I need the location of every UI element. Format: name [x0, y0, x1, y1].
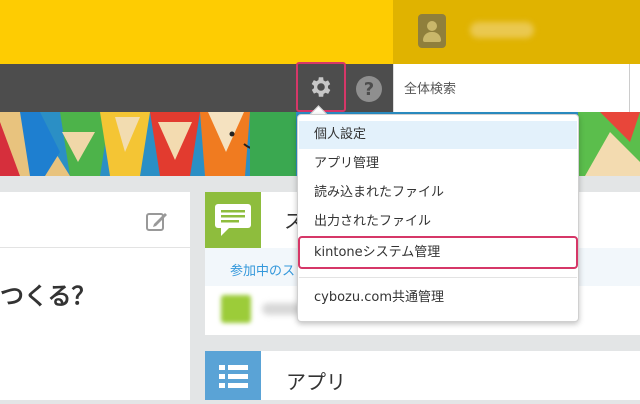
menu-item-exported-files[interactable]: 出力されたファイル	[299, 208, 577, 236]
pencil-edit-icon[interactable]	[144, 208, 170, 234]
menu-item-app-management[interactable]: アプリ管理	[299, 150, 577, 178]
avatar-body-icon	[423, 32, 441, 42]
list-icon	[219, 365, 248, 388]
left-panel-heading: つくる？	[0, 282, 96, 310]
avatar-head-icon	[427, 21, 437, 31]
space-tab-joined[interactable]: 参加中のス	[230, 260, 295, 279]
settings-button[interactable]	[296, 62, 346, 112]
speech-bubble-icon	[215, 204, 251, 236]
avatar[interactable]	[418, 14, 446, 48]
app-card	[205, 351, 640, 400]
menu-item-personal-settings[interactable]: 個人設定	[299, 121, 577, 149]
settings-dropdown-menu: 個人設定 アプリ管理 読み込まれたファイル 出力されたファイル kintoneシ…	[297, 114, 579, 322]
user-name-blurred	[470, 22, 534, 38]
menu-item-imported-files[interactable]: 読み込まれたファイル	[299, 179, 577, 207]
space-thumbnail[interactable]	[221, 295, 251, 323]
question-icon: ?	[363, 78, 375, 100]
global-search	[393, 64, 629, 112]
search-button[interactable]	[629, 64, 640, 112]
menu-item-kintone-system-admin[interactable]: kintoneシステム管理	[298, 236, 578, 269]
left-panel-divider	[0, 247, 190, 248]
global-search-input[interactable]	[402, 78, 626, 100]
help-button[interactable]: ?	[356, 76, 382, 102]
space-name-blurred[interactable]	[262, 303, 302, 315]
space-icon-box	[205, 192, 261, 248]
app-card-title: アプリ	[286, 370, 346, 394]
menu-item-cybozu-common-admin[interactable]: cybozu.com共通管理	[299, 284, 577, 312]
app-icon-box	[205, 351, 261, 400]
menu-separator	[299, 277, 577, 278]
gear-icon	[311, 77, 331, 97]
